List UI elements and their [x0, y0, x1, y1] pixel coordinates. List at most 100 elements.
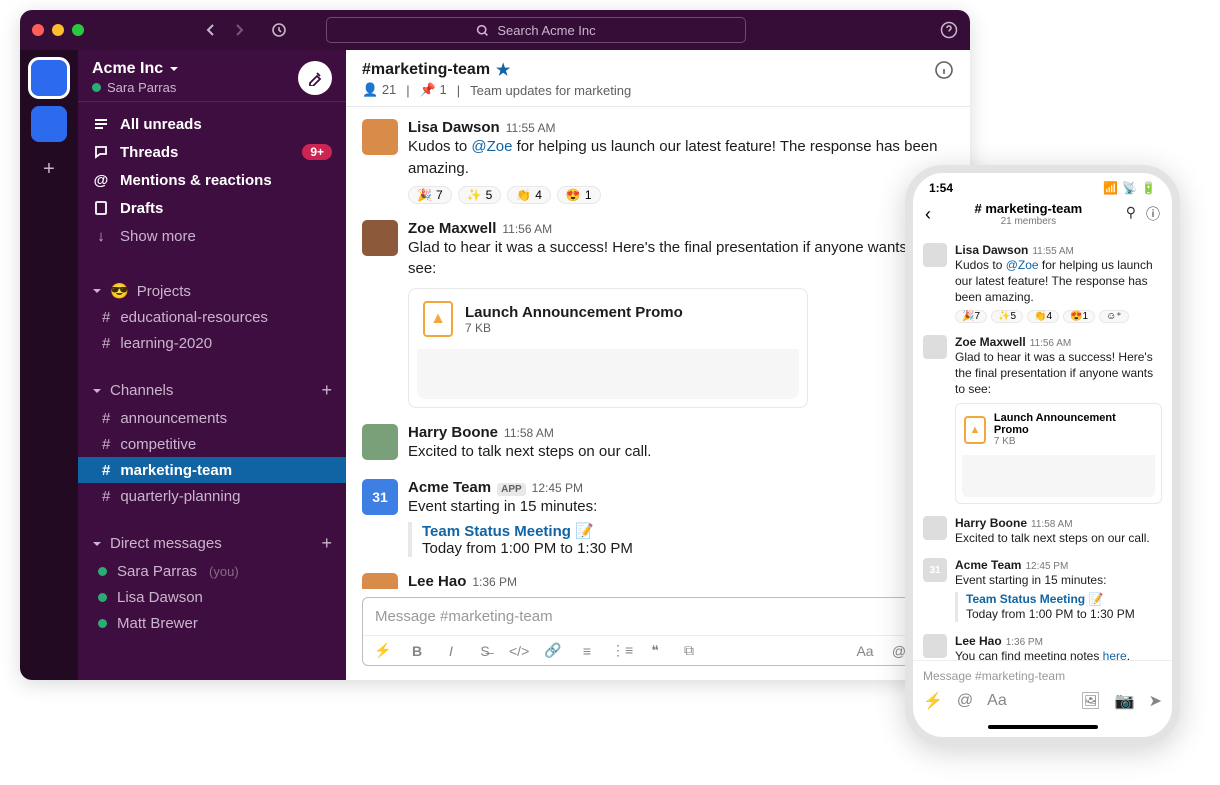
- history-icon[interactable]: [270, 21, 288, 39]
- link-icon[interactable]: 🔗: [543, 642, 563, 659]
- format-icon[interactable]: Aa: [855, 643, 875, 659]
- add-dm-button[interactable]: +: [321, 533, 332, 554]
- avatar[interactable]: [362, 119, 398, 155]
- attachment-preview: [962, 455, 1155, 497]
- avatar[interactable]: [923, 243, 947, 267]
- back-icon[interactable]: ‹: [925, 204, 931, 225]
- avatar[interactable]: [923, 335, 947, 359]
- attachment-title: Launch Announcement Promo: [465, 304, 683, 321]
- camera-icon[interactable]: 📷: [1115, 691, 1135, 711]
- format-icon[interactable]: Aa: [987, 692, 1007, 710]
- reaction[interactable]: ✨5: [458, 186, 502, 204]
- sidebar-dm[interactable]: Matt Brewer: [78, 610, 346, 636]
- bullet-list-icon[interactable]: ⋮≡: [611, 642, 631, 659]
- avatar[interactable]: [923, 516, 947, 540]
- sidebar-channel[interactable]: #educational-resources: [78, 304, 346, 330]
- sidebar-channel-active[interactable]: #marketing-team: [78, 457, 346, 483]
- message-time: 1:36 PM: [472, 575, 517, 589]
- bold-icon[interactable]: B: [407, 643, 427, 659]
- workspace-name-button[interactable]: Acme Inc: [92, 60, 179, 78]
- strike-icon[interactable]: S̶: [475, 643, 495, 659]
- code-icon[interactable]: </>: [509, 643, 529, 659]
- workspace-switcher-2[interactable]: [31, 106, 67, 142]
- link[interactable]: here: [1103, 649, 1127, 660]
- quote-icon[interactable]: ❝: [645, 642, 665, 659]
- shortcuts-icon[interactable]: ⚡: [923, 691, 943, 711]
- message-author[interactable]: Lee Hao: [955, 634, 1002, 648]
- composer-input[interactable]: Message #marketing-team: [923, 669, 1162, 683]
- send-icon[interactable]: ➤: [1149, 691, 1162, 711]
- file-attachment[interactable]: ▲ Launch Announcement Promo 7 KB: [955, 403, 1162, 504]
- mention-link[interactable]: @Zoe: [471, 138, 512, 155]
- pins-count[interactable]: 📌 1: [420, 82, 447, 98]
- avatar[interactable]: [362, 573, 398, 590]
- message-author[interactable]: Lee Hao: [408, 573, 466, 590]
- avatar[interactable]: [923, 634, 947, 658]
- message-author[interactable]: Harry Boone: [408, 424, 498, 441]
- mobile-channel-name[interactable]: # marketing-team: [975, 201, 1083, 216]
- file-attachment[interactable]: ▲ Launch Announcement Promo 7 KB: [408, 288, 808, 408]
- avatar[interactable]: 31: [362, 479, 398, 515]
- search-input[interactable]: Search Acme Inc: [326, 17, 746, 43]
- compose-button[interactable]: [298, 61, 332, 95]
- search-icon[interactable]: ⚲: [1126, 204, 1136, 224]
- workspace-switcher-1[interactable]: [31, 60, 67, 96]
- sidebar-item-unreads[interactable]: All unreads: [78, 110, 346, 138]
- sidebar-channel[interactable]: #learning-2020: [78, 330, 346, 356]
- sidebar-dm[interactable]: Lisa Dawson: [78, 584, 346, 610]
- star-icon[interactable]: ★: [496, 60, 510, 80]
- sidebar-section-dms[interactable]: Direct messages +: [78, 525, 346, 558]
- reaction[interactable]: 😍1: [557, 186, 601, 204]
- close-icon[interactable]: [32, 24, 44, 36]
- add-workspace-button[interactable]: +: [43, 158, 55, 181]
- minimize-icon[interactable]: [52, 24, 64, 36]
- message-author[interactable]: Lisa Dawson: [955, 243, 1028, 257]
- members-count[interactable]: 👤 21: [362, 82, 396, 98]
- avatar[interactable]: 31: [923, 558, 947, 582]
- sidebar-section-channels[interactable]: Channels +: [78, 372, 346, 405]
- message-author[interactable]: Zoe Maxwell: [408, 220, 496, 237]
- info-icon[interactable]: ⓘ: [1146, 204, 1160, 224]
- sidebar-channel[interactable]: #competitive: [78, 431, 346, 457]
- help-icon[interactable]: [940, 21, 958, 39]
- channel-topic[interactable]: Team updates for marketing: [470, 83, 631, 98]
- calendar-event[interactable]: Team Status Meeting 📝 Today from 1:00 PM…: [955, 592, 1135, 622]
- sidebar-item-drafts[interactable]: Drafts: [78, 194, 346, 222]
- message-author[interactable]: Zoe Maxwell: [955, 335, 1026, 349]
- reaction[interactable]: 🎉7: [408, 186, 452, 204]
- avatar[interactable]: [362, 424, 398, 460]
- italic-icon[interactable]: I: [441, 643, 461, 659]
- reaction[interactable]: 👏4: [1027, 310, 1059, 323]
- channel-details-button[interactable]: [934, 60, 954, 80]
- reaction[interactable]: 😍1: [1063, 310, 1095, 323]
- sidebar-item-mentions[interactable]: @ Mentions & reactions: [78, 166, 346, 194]
- add-channel-button[interactable]: +: [321, 380, 332, 401]
- sidebar-section-projects[interactable]: 😎 Projects: [78, 274, 346, 304]
- mention-link[interactable]: @Zoe: [1006, 258, 1039, 272]
- calendar-event[interactable]: Team Status Meeting 📝 Today from 1:00 PM…: [408, 522, 954, 557]
- message-author[interactable]: Acme Team: [408, 479, 491, 496]
- shortcuts-icon[interactable]: ⚡: [373, 642, 393, 659]
- reaction[interactable]: ✨5: [991, 310, 1023, 323]
- message-author[interactable]: Harry Boone: [955, 516, 1027, 530]
- channel-name-button[interactable]: #marketing-team ★: [362, 60, 631, 80]
- composer-input[interactable]: Message #marketing-team: [363, 598, 953, 635]
- reaction[interactable]: 👏4: [507, 186, 551, 204]
- sidebar-dm[interactable]: Sara Parras(you): [78, 558, 346, 584]
- sidebar-channel[interactable]: #quarterly-planning: [78, 483, 346, 509]
- ordered-list-icon[interactable]: ≡: [577, 643, 597, 659]
- avatar[interactable]: [362, 220, 398, 256]
- attach-icon[interactable]: 🖼: [1080, 691, 1100, 711]
- reaction[interactable]: 🎉7: [955, 310, 987, 323]
- forward-icon[interactable]: [230, 21, 248, 39]
- message-author[interactable]: Acme Team: [955, 558, 1021, 572]
- back-icon[interactable]: [202, 21, 220, 39]
- sidebar-item-showmore[interactable]: ↓ Show more: [78, 222, 346, 250]
- message-author[interactable]: Lisa Dawson: [408, 119, 500, 136]
- sidebar-item-threads[interactable]: Threads 9+: [78, 138, 346, 166]
- maximize-icon[interactable]: [72, 24, 84, 36]
- sidebar-channel[interactable]: #announcements: [78, 405, 346, 431]
- mention-icon[interactable]: @: [957, 692, 973, 710]
- add-reaction-button[interactable]: ☺⁺: [1099, 310, 1129, 323]
- codeblock-icon[interactable]: ⧉: [679, 642, 699, 659]
